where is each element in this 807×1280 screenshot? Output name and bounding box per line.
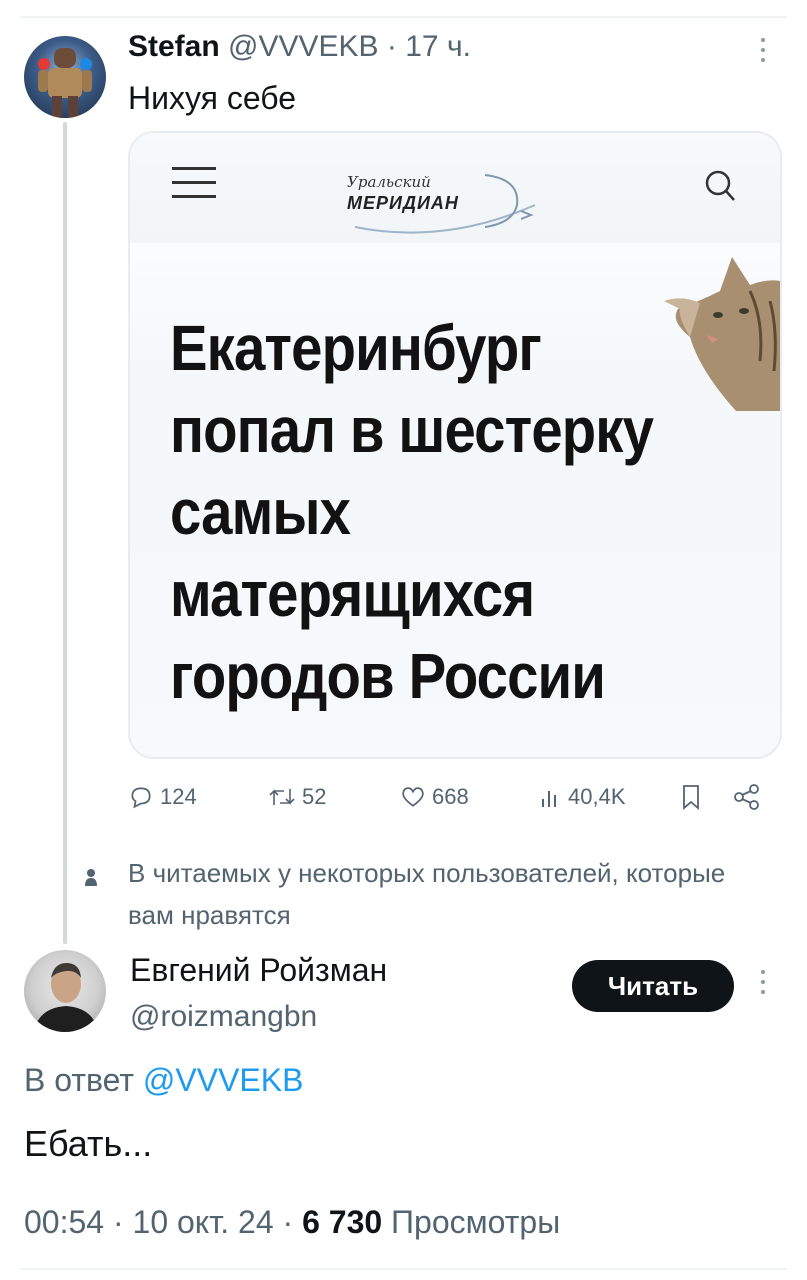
action-bar: 124 52 668 40,4K [128,780,782,814]
menu-icon [172,167,216,201]
repost-icon [269,789,295,805]
author-name[interactable]: Stefan [128,30,220,63]
follow-button[interactable]: Читать [572,960,734,1012]
reply-icon [131,787,151,809]
tweet1-header: Stefan @VVVEKB · 17 ч. [128,28,471,66]
reply-context: В ответ @VVVEKB [24,1060,303,1100]
meta-separator: · [282,1204,294,1240]
like-icon [402,787,424,807]
site-logo: Уральский МЕРИДИАН [335,165,545,237]
top-divider [20,16,787,18]
views-icon [542,791,556,807]
share-button[interactable] [732,780,762,814]
tweet-text: Ебать... [24,1123,153,1164]
views-label[interactable]: Просмотры [391,1204,560,1240]
tweet-date[interactable]: 10 окт. 24 [133,1204,274,1240]
tweet-time[interactable]: 17 ч. [405,30,471,63]
media-card[interactable]: Уральский МЕРИДИАН Екатеринбург попал в … [128,131,782,759]
views-count: 6 730 [302,1204,383,1240]
headline-line: городов России [170,640,606,712]
author-handle[interactable]: @roizmangbn [130,998,317,1036]
like-count: 668 [432,784,469,809]
bookmark-button[interactable] [680,780,702,814]
bottom-divider [20,1268,787,1270]
more-icon[interactable] [757,38,769,66]
views-button[interactable]: 40,4K [540,780,626,814]
share-icon [734,784,759,810]
views-count: 40,4K [568,784,626,809]
more-icon[interactable] [757,970,769,998]
headline-line: самых [170,476,351,548]
reply-count: 124 [160,784,197,809]
avatar-stefan[interactable] [24,36,106,118]
headline-line: попал в шестерку [170,394,654,466]
avatar-roizman[interactable] [24,950,106,1032]
meta-separator: · [386,30,397,63]
headline-line: матерящихся [170,558,535,630]
thread-line [63,122,67,944]
tweet-time[interactable]: 00:54 [24,1204,104,1240]
bookmark-icon [683,785,699,810]
recommendation-notice: В читаемых у некоторых пользователей, ко… [128,858,726,930]
repost-count: 52 [302,784,327,809]
author-handle[interactable]: @VVVEKB [228,30,379,63]
reply-mention-link[interactable]: @VVVEKB [143,1062,304,1098]
headline-line: Екатеринбург [170,312,542,384]
tweet-text: Нихуя себе [128,80,297,116]
repost-button[interactable]: 52 [268,780,326,814]
tweet-meta: 00:54 · 10 окт. 24 · 6 730 Просмотры [24,1202,560,1242]
search-icon [703,169,737,203]
author-name[interactable]: Евгений Ройзман [130,950,387,990]
headline: Екатеринбург попал в шестерку самых мате… [170,307,698,717]
reply-button[interactable]: 124 [128,780,197,814]
reply-prefix: В ответ [24,1062,135,1098]
logo-top-text: Уральский [347,173,431,191]
logo-main-text: МЕРИДИАН [347,193,459,213]
person-icon [84,868,98,888]
like-button[interactable]: 668 [400,780,469,814]
meta-separator: · [112,1204,124,1240]
